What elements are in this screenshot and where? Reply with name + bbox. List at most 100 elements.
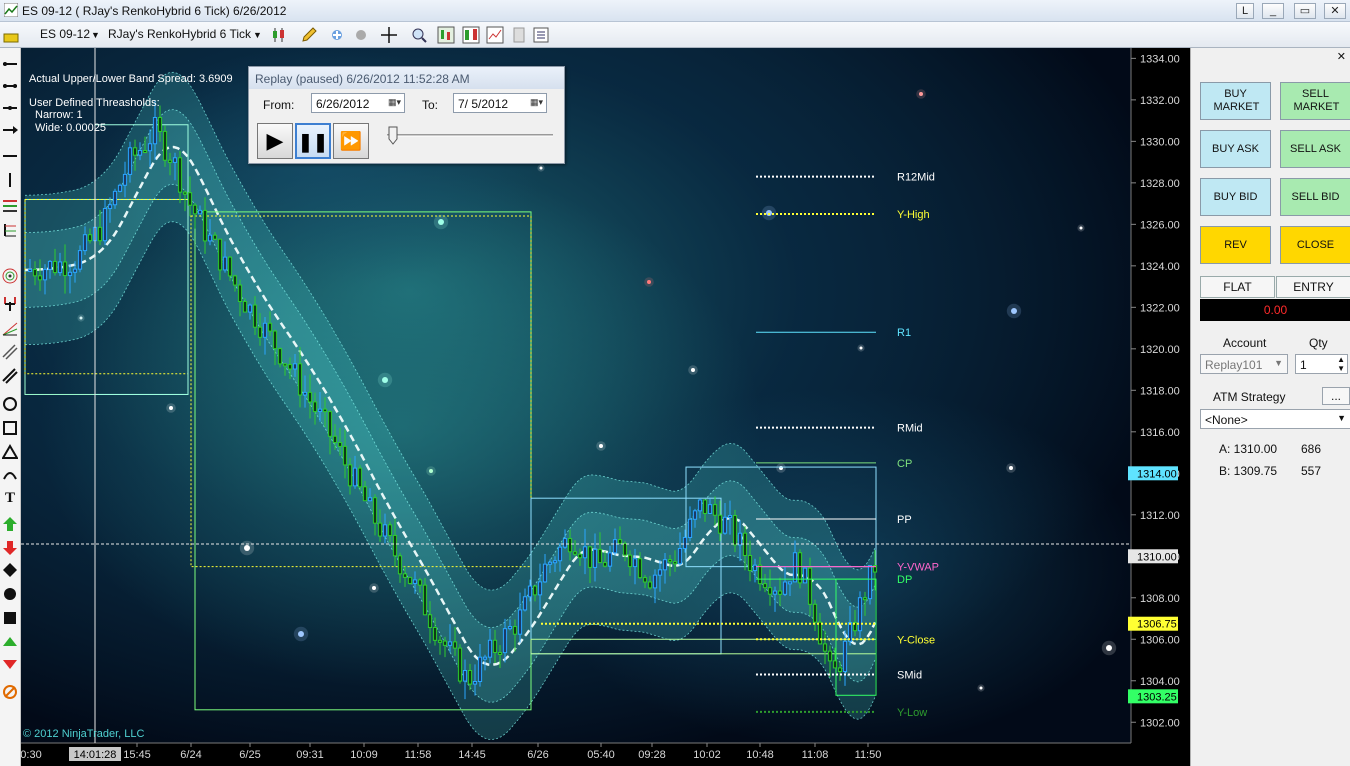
dot-icon[interactable] bbox=[2, 586, 18, 602]
renko-bar bbox=[612, 539, 618, 554]
renko-bar bbox=[602, 562, 608, 567]
link-button[interactable]: L bbox=[1236, 3, 1254, 19]
sell-ask-button[interactable]: SELL ASK bbox=[1280, 130, 1350, 168]
remove-drawings-icon[interactable] bbox=[2, 684, 18, 700]
close-position-button[interactable]: CLOSE bbox=[1280, 226, 1350, 264]
arrow-line-icon[interactable] bbox=[2, 122, 18, 138]
stepper-arrows-icon[interactable]: ▲ ▼ bbox=[1337, 355, 1345, 373]
horizontal-line-icon[interactable] bbox=[2, 148, 18, 164]
sell-market-button[interactable]: SELL MARKET bbox=[1280, 82, 1350, 120]
bar-type-selector[interactable]: RJay's RenkoHybrid 6 Tick bbox=[108, 27, 251, 41]
play-button[interactable]: ▶ bbox=[257, 123, 293, 159]
renko-bar bbox=[97, 226, 103, 242]
calendar-dropdown-icon[interactable]: ▦▾ bbox=[530, 97, 543, 108]
chevron-down-icon[interactable]: ▼ bbox=[253, 30, 262, 40]
line-tool-icon[interactable] bbox=[2, 78, 18, 94]
chevron-down-icon[interactable]: ▼ bbox=[91, 30, 100, 40]
square-icon[interactable] bbox=[2, 610, 18, 626]
zoom-icon[interactable] bbox=[410, 26, 428, 44]
add-indicator-icon[interactable] bbox=[328, 26, 346, 44]
buy-ask-button[interactable]: BUY ASK bbox=[1200, 130, 1271, 168]
pencil-icon[interactable] bbox=[300, 26, 318, 44]
panel-close-icon[interactable]: ✕ bbox=[1337, 50, 1346, 63]
atm-strategy-selector[interactable]: <None> ▼ bbox=[1200, 409, 1350, 429]
pause-button[interactable]: ❚❚ bbox=[295, 123, 331, 159]
instrument-selector[interactable]: ES 09-12 bbox=[40, 27, 90, 41]
parallel-lines-icon[interactable] bbox=[2, 368, 18, 384]
qty-stepper[interactable]: 1 ▲ ▼ bbox=[1295, 354, 1348, 374]
renko-bar bbox=[87, 234, 93, 242]
properties-icon[interactable] bbox=[532, 26, 550, 44]
qty-value: 1 bbox=[1300, 358, 1307, 372]
dom-icon[interactable] bbox=[462, 26, 480, 44]
extended-line-icon[interactable] bbox=[2, 100, 18, 116]
template-icon[interactable] bbox=[510, 26, 528, 44]
renko-bar bbox=[337, 442, 343, 447]
calendar-dropdown-icon[interactable]: ▦▾ bbox=[388, 97, 401, 108]
to-date-picker[interactable]: 7/ 5/2012 ▦▾ bbox=[453, 93, 547, 113]
renko-bar bbox=[422, 584, 428, 616]
candlestick-style-icon[interactable] bbox=[270, 26, 288, 44]
fib-extension-icon[interactable] bbox=[2, 222, 18, 238]
x-tick-label: 0:30 bbox=[21, 749, 42, 761]
replay-speed-slider[interactable] bbox=[381, 125, 557, 155]
arrow-down-icon[interactable] bbox=[2, 540, 18, 556]
replay-dialog[interactable]: Replay (paused) 6/26/2012 11:52:28 AM Fr… bbox=[248, 66, 565, 164]
rectangle-tool-icon[interactable] bbox=[2, 420, 18, 436]
from-date-value: 6/26/2012 bbox=[316, 97, 370, 111]
data-box-icon[interactable] bbox=[486, 26, 504, 44]
renko-bar bbox=[297, 363, 303, 396]
restore-button[interactable]: ▭ bbox=[1294, 3, 1316, 19]
renko-bar bbox=[277, 348, 283, 365]
x-tick-label: 14:45 bbox=[458, 749, 486, 761]
x-tick-label: 10:09 bbox=[350, 749, 378, 761]
chart-trader-icon[interactable] bbox=[437, 26, 455, 44]
fast-forward-button[interactable]: ⏩ bbox=[333, 123, 369, 159]
wide-threshold: Wide: 0.00025 bbox=[35, 122, 106, 134]
x-tick-label: 11:08 bbox=[802, 749, 829, 761]
chevron-down-icon[interactable]: ▼ bbox=[1337, 413, 1346, 423]
pivot-level-label: PP bbox=[897, 514, 912, 526]
triangle-down-icon[interactable] bbox=[2, 656, 18, 672]
atm-options-button[interactable]: ... bbox=[1322, 387, 1350, 405]
renko-bar bbox=[717, 514, 723, 534]
star bbox=[438, 219, 444, 225]
ellipse-tool-icon[interactable] bbox=[2, 396, 18, 412]
renko-bar bbox=[202, 209, 208, 242]
slider-thumb[interactable] bbox=[388, 126, 398, 145]
renko-bar bbox=[772, 590, 778, 595]
crosshair-icon[interactable] bbox=[380, 26, 398, 44]
renko-bar bbox=[732, 515, 738, 546]
text-tool-icon[interactable]: T bbox=[2, 488, 18, 504]
price-chart[interactable]: R12Mid Y-High R1 RMid CP PP Y-VWAP DP Y-Close SMi… bbox=[21, 48, 1190, 766]
remove-indicator-icon[interactable] bbox=[352, 26, 370, 44]
pitchfork-icon[interactable] bbox=[2, 296, 18, 312]
fibonacci-icon[interactable] bbox=[2, 198, 18, 214]
triangle-up-icon[interactable] bbox=[2, 634, 18, 650]
reverse-button[interactable]: REV bbox=[1200, 226, 1271, 264]
sell-bid-button[interactable]: SELL BID bbox=[1280, 178, 1350, 216]
from-date-picker[interactable]: 6/26/2012 ▦▾ bbox=[311, 93, 405, 113]
arc-tool-icon[interactable] bbox=[2, 466, 18, 482]
regression-channel-icon[interactable] bbox=[2, 344, 18, 360]
price-marker-label: 1314.00 bbox=[1137, 468, 1177, 480]
account-selector[interactable]: Replay101 ▼ bbox=[1200, 354, 1288, 374]
drawing-tool-icon[interactable] bbox=[2, 26, 20, 44]
triangle-tool-icon[interactable] bbox=[2, 444, 18, 460]
fast-forward-icon: ⏩ bbox=[339, 131, 363, 151]
arrow-up-icon[interactable] bbox=[2, 516, 18, 532]
buy-market-button[interactable]: BUY MARKET bbox=[1200, 82, 1271, 120]
renko-bar bbox=[407, 576, 413, 584]
star bbox=[244, 545, 250, 551]
gann-fan-icon[interactable] bbox=[2, 320, 18, 336]
renko-bar bbox=[452, 641, 458, 649]
buy-bid-button[interactable]: BUY BID bbox=[1200, 178, 1271, 216]
diamond-icon[interactable] bbox=[2, 562, 18, 578]
close-window-button[interactable]: ✕ bbox=[1324, 3, 1346, 19]
vertical-line-icon[interactable] bbox=[2, 172, 18, 188]
fib-circle-icon[interactable] bbox=[2, 268, 18, 284]
minimize-button[interactable]: _ bbox=[1262, 3, 1284, 19]
ray-tool-icon[interactable] bbox=[2, 56, 18, 72]
chart-canvas[interactable]: R12Mid Y-High R1 RMid CP PP Y-VWAPDP Y-Close SMi… bbox=[21, 48, 1190, 766]
chevron-down-icon[interactable]: ▼ bbox=[1274, 358, 1283, 368]
